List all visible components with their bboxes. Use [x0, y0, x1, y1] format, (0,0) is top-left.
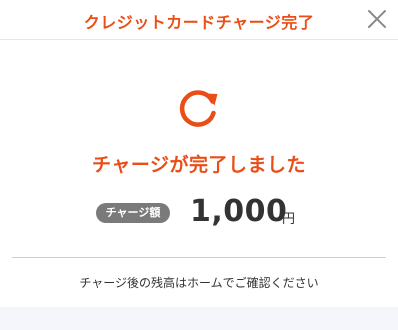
amount-value: 1,000 — [190, 194, 288, 229]
divider — [12, 257, 386, 258]
amount-unit: 円 — [282, 212, 296, 227]
amount-badge: チャージ額 — [96, 203, 170, 223]
charge-complete-title: チャージが完了しました — [92, 154, 306, 176]
balance-note: チャージ後の残高はホームでご確認ください — [79, 276, 319, 290]
close-button[interactable] — [366, 8, 388, 30]
footer-band — [0, 307, 398, 330]
refresh-icon — [178, 87, 220, 129]
amount-row: チャージ額 1,000 円 — [0, 194, 398, 230]
page-title: クレジットカードチャージ完了 — [83, 13, 315, 32]
modal-header: クレジットカードチャージ完了 — [0, 0, 398, 40]
close-icon[interactable] — [366, 8, 388, 30]
